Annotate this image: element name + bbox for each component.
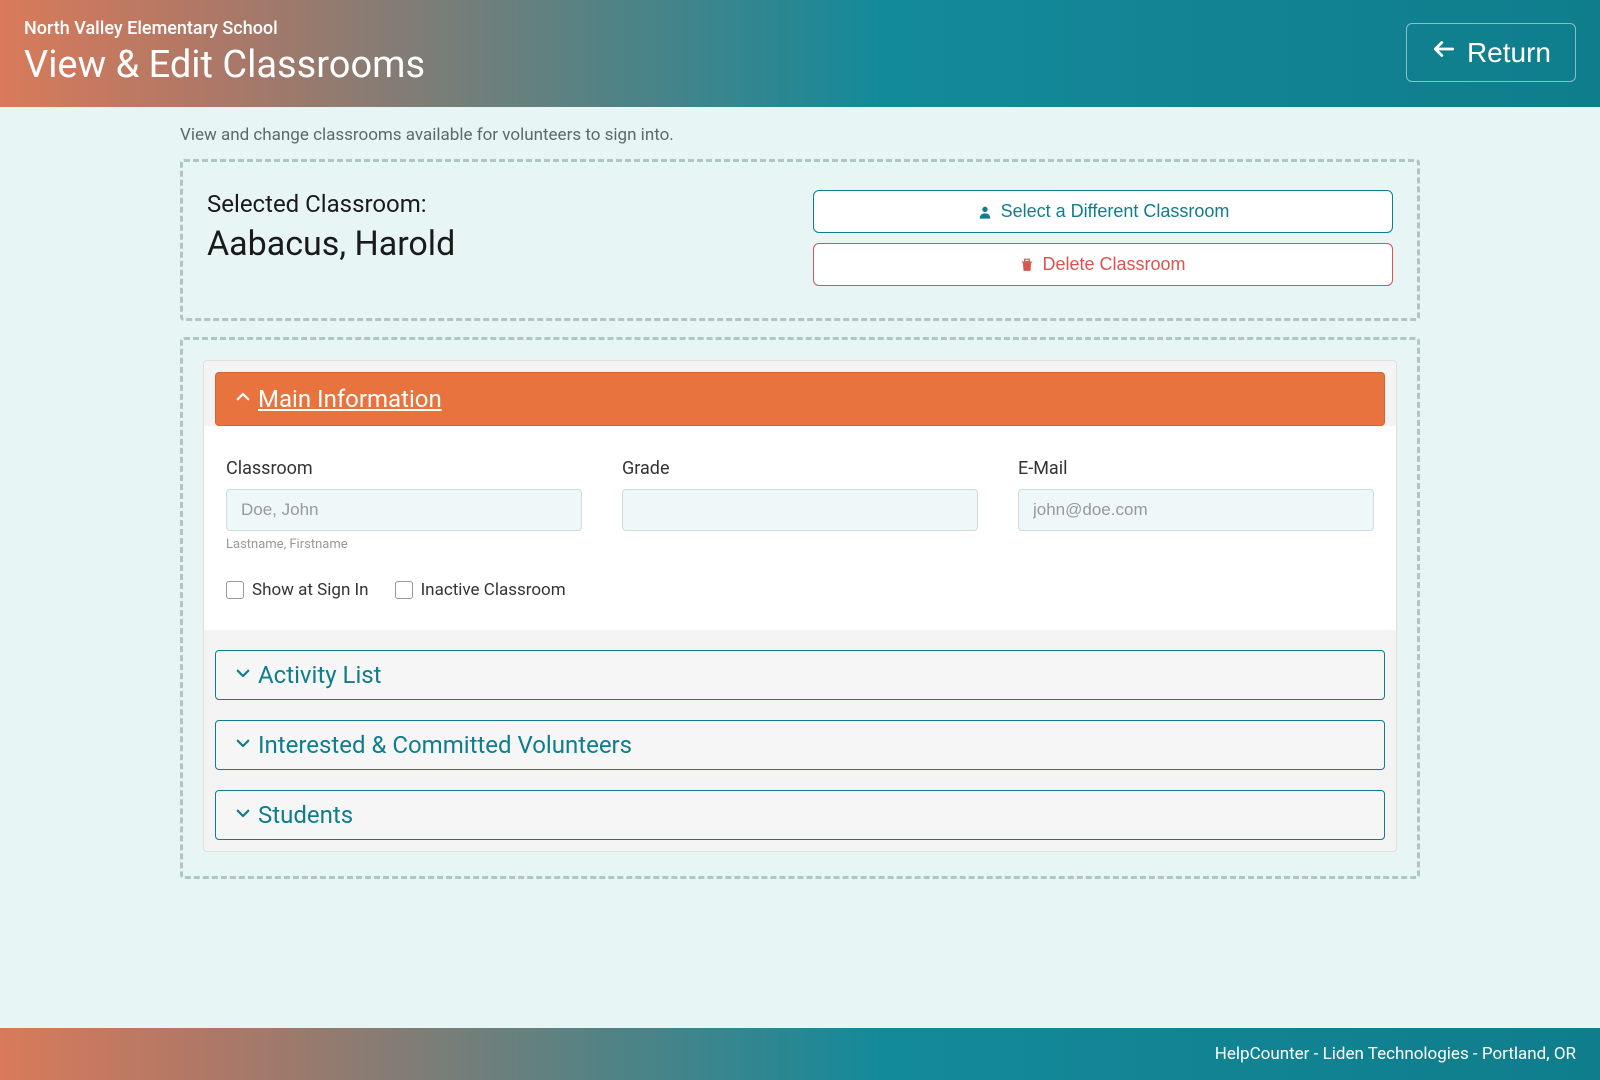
footer-text: HelpCounter - Liden Technologies - Portl… (1215, 1044, 1576, 1064)
trash-icon (1020, 257, 1034, 273)
email-input[interactable] (1018, 489, 1374, 531)
classroom-actions: Select a Different Classroom Delete Clas… (813, 190, 1393, 286)
main-information-header[interactable]: Main Information (215, 372, 1385, 426)
delete-classroom-label: Delete Classroom (1042, 254, 1185, 275)
main-content: View and change classrooms available for… (0, 107, 1600, 879)
main-information-body: Classroom Lastname, Firstname Grade E-Ma… (204, 426, 1396, 630)
checkbox-row: Show at Sign In Inactive Classroom (226, 580, 1374, 600)
inactive-classroom-label: Inactive Classroom (421, 580, 566, 600)
footer: HelpCounter - Liden Technologies - Portl… (0, 1028, 1600, 1080)
selected-classroom-box: Selected Classroom: Aabacus, Harold Sele… (180, 159, 1420, 321)
email-label: E-Mail (1018, 458, 1374, 479)
page-description: View and change classrooms available for… (180, 125, 1420, 145)
activity-list-label: Activity List (258, 661, 382, 689)
students-label: Students (258, 801, 353, 829)
students-header[interactable]: Students (215, 790, 1385, 840)
selected-classroom-info: Selected Classroom: Aabacus, Harold (207, 190, 455, 264)
arrow-left-icon (1431, 36, 1457, 69)
school-name: North Valley Elementary School (24, 18, 425, 39)
page-title: View & Edit Classrooms (24, 43, 425, 87)
checkbox-box[interactable] (226, 581, 244, 599)
grade-label: Grade (622, 458, 978, 479)
chevron-down-icon (234, 804, 252, 827)
chevron-down-icon (234, 734, 252, 757)
chevron-up-icon (234, 388, 252, 411)
email-field-group: E-Mail (1018, 458, 1374, 552)
chevron-down-icon (234, 664, 252, 687)
page-header: North Valley Elementary School View & Ed… (0, 0, 1600, 107)
interested-volunteers-label: Interested & Committed Volunteers (258, 731, 632, 759)
classroom-label: Classroom (226, 458, 582, 479)
checkbox-box[interactable] (395, 581, 413, 599)
classroom-input[interactable] (226, 489, 582, 531)
select-different-label: Select a Different Classroom (1001, 201, 1230, 222)
accordion-panel: Main Information Classroom Lastname, Fir… (203, 360, 1397, 852)
accordion-container: Main Information Classroom Lastname, Fir… (180, 337, 1420, 879)
select-different-classroom-button[interactable]: Select a Different Classroom (813, 190, 1393, 233)
main-information-label: Main Information (258, 385, 442, 413)
return-label: Return (1467, 37, 1551, 69)
grade-input[interactable] (622, 489, 978, 531)
classroom-helper: Lastname, Firstname (226, 537, 582, 552)
form-row: Classroom Lastname, Firstname Grade E-Ma… (226, 458, 1374, 552)
header-left: North Valley Elementary School View & Ed… (24, 18, 425, 87)
interested-volunteers-header[interactable]: Interested & Committed Volunteers (215, 720, 1385, 770)
classroom-field-group: Classroom Lastname, Firstname (226, 458, 582, 552)
activity-list-header[interactable]: Activity List (215, 650, 1385, 700)
show-at-signin-label: Show at Sign In (252, 580, 369, 600)
delete-classroom-button[interactable]: Delete Classroom (813, 243, 1393, 286)
selected-classroom-label: Selected Classroom: (207, 190, 455, 218)
person-icon (977, 204, 993, 220)
inactive-classroom-checkbox[interactable]: Inactive Classroom (395, 580, 566, 600)
selected-classroom-name: Aabacus, Harold (207, 224, 455, 264)
show-at-signin-checkbox[interactable]: Show at Sign In (226, 580, 369, 600)
grade-field-group: Grade (622, 458, 978, 552)
return-button[interactable]: Return (1406, 23, 1576, 82)
